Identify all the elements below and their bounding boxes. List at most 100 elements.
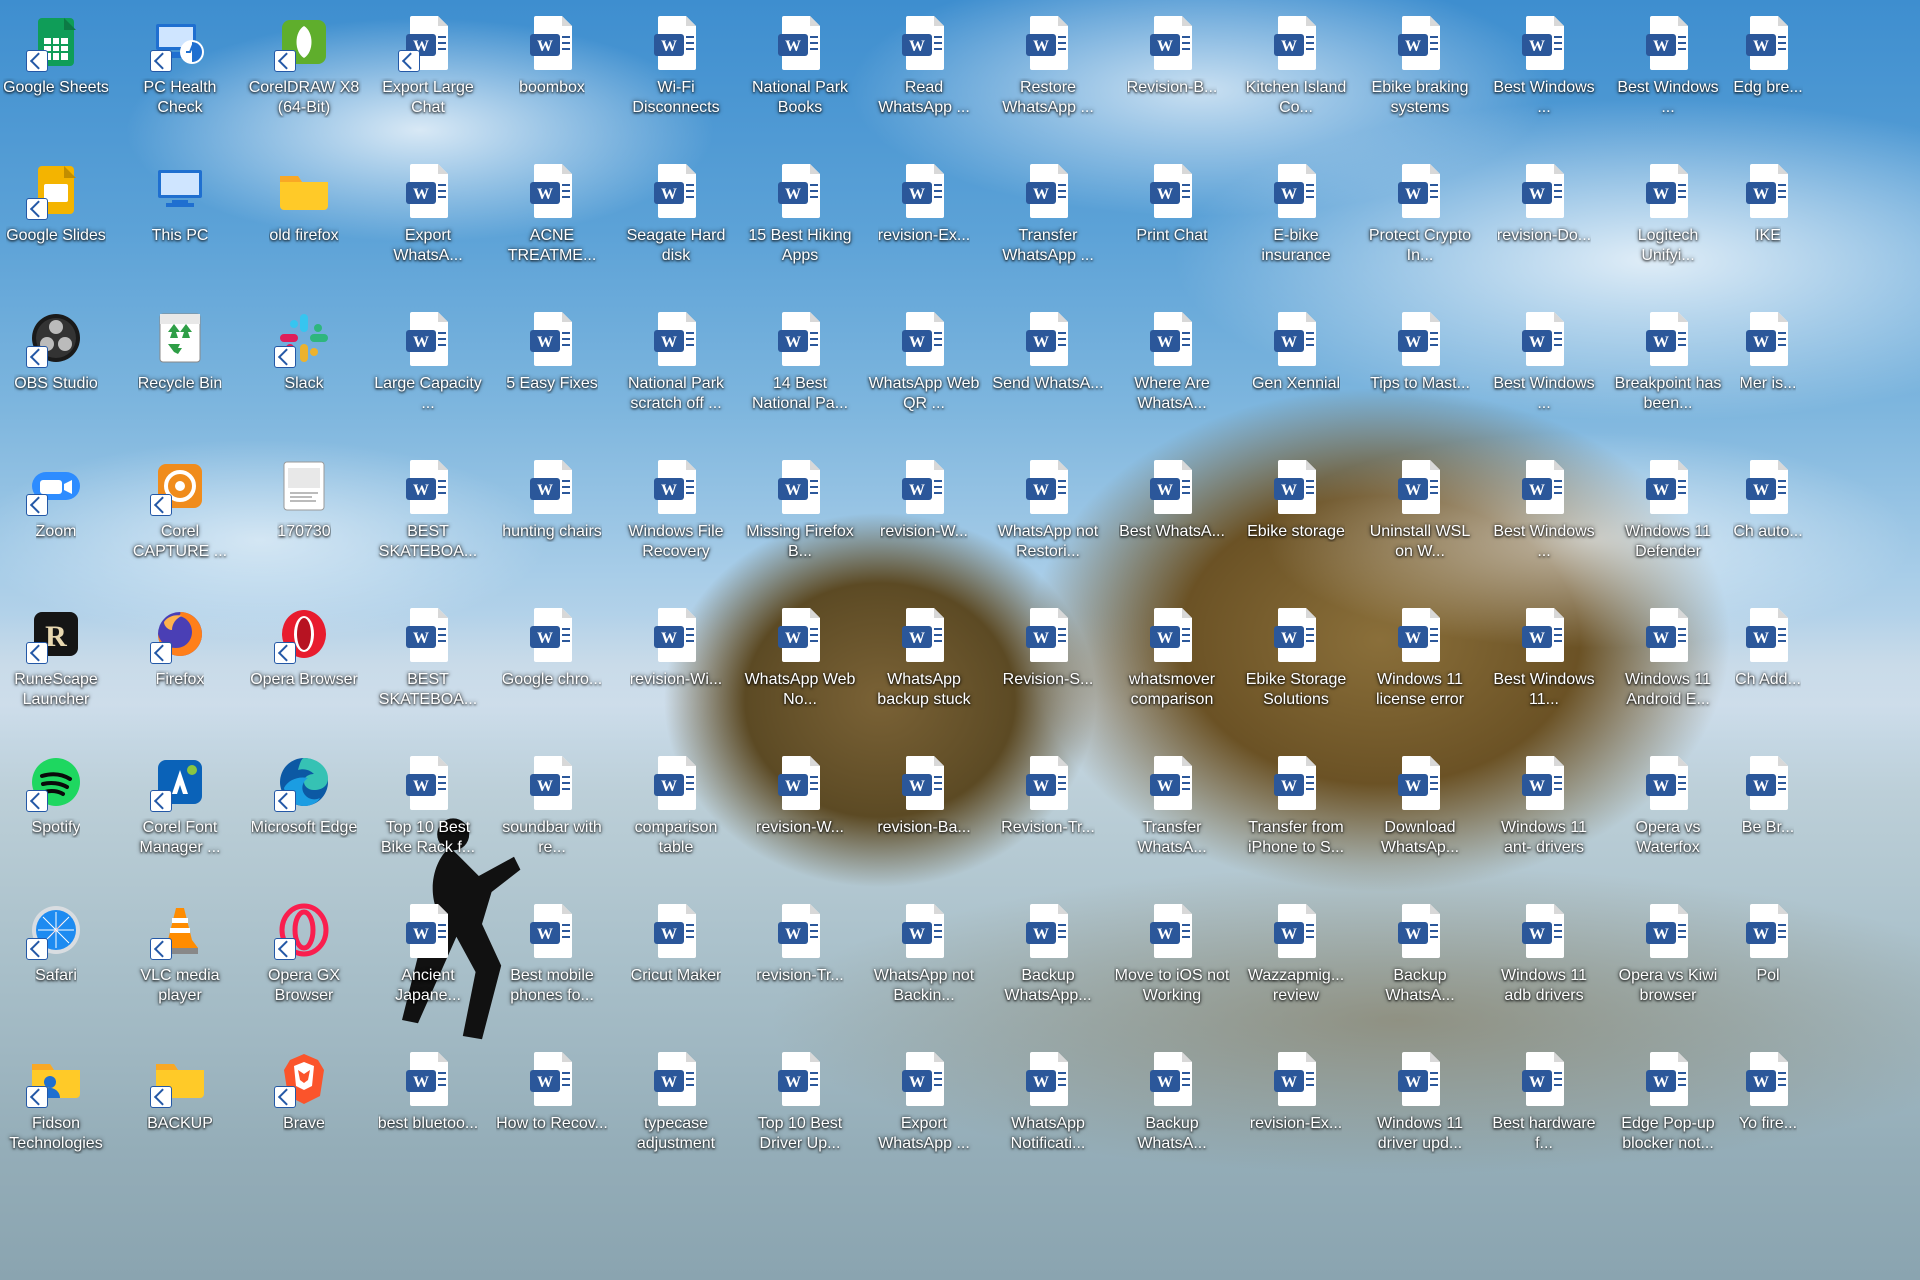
- national-park-books-doc[interactable]: WNational Park Books: [740, 12, 860, 118]
- acne-treatment-doc[interactable]: WACNE TREATME...: [492, 160, 612, 266]
- fidson-folder[interactable]: Fidson Technologies: [0, 1048, 116, 1154]
- google-slides-shortcut[interactable]: Google Slides: [0, 160, 116, 246]
- edge-popup-blocker-doc[interactable]: WEdge Pop-up blocker not...: [1608, 1048, 1728, 1154]
- corel-font-manager-shortcut[interactable]: Corel Font Manager ...: [120, 752, 240, 858]
- revision-ba-doc[interactable]: Wrevision-Ba...: [864, 752, 984, 838]
- best-national-parks-doc[interactable]: W14 Best National Pa...: [740, 308, 860, 414]
- win11-adb-drivers-doc[interactable]: WWindows 11 adb drivers: [1484, 900, 1604, 1006]
- firefox-shortcut[interactable]: Firefox: [120, 604, 240, 690]
- zoom-shortcut[interactable]: Zoom: [0, 456, 116, 542]
- win11-license-error-doc[interactable]: WWindows 11 license error: [1360, 604, 1480, 710]
- whatsapp-web-qr-doc[interactable]: WWhatsApp Web QR ...: [864, 308, 984, 414]
- best-hardware-doc[interactable]: WBest hardware f...: [1484, 1048, 1604, 1154]
- ike-doc[interactable]: WIKE: [1732, 160, 1804, 246]
- opera-vs-waterfox-doc[interactable]: WOpera vs Waterfox: [1608, 752, 1728, 858]
- ch-add-doc[interactable]: WCh Add...: [1732, 604, 1804, 690]
- export-whatsapp-doc[interactable]: WExport WhatsA...: [368, 160, 488, 266]
- boombox-doc[interactable]: Wboombox: [492, 12, 612, 98]
- backup-whatsapp-3-doc[interactable]: WBackup WhatsA...: [1112, 1048, 1232, 1154]
- best-mobile-phones-doc[interactable]: WBest mobile phones fo...: [492, 900, 612, 1006]
- protect-crypto-doc[interactable]: WProtect Crypto In...: [1360, 160, 1480, 266]
- seagate-hard-disk-doc[interactable]: WSeagate Hard disk: [616, 160, 736, 266]
- best-bluetooth-doc[interactable]: Wbest bluetoo...: [368, 1048, 488, 1134]
- best-skateboard-2-doc[interactable]: WBEST SKATEBOA...: [368, 604, 488, 710]
- win11-android-doc[interactable]: WWindows 11 Android E...: [1608, 604, 1728, 710]
- print-chat-doc[interactable]: WPrint Chat: [1112, 160, 1232, 246]
- slack-shortcut[interactable]: Slack: [244, 308, 364, 394]
- best-windows-1-doc[interactable]: WBest Windows ...: [1484, 12, 1604, 118]
- revision-tr-1-doc[interactable]: WRevision-Tr...: [988, 752, 1108, 838]
- whatsapp-not-restoring-doc[interactable]: WWhatsApp not Restori...: [988, 456, 1108, 562]
- best-skateboard-1-doc[interactable]: WBEST SKATEBOA...: [368, 456, 488, 562]
- gen-xennial-doc[interactable]: WGen Xennial: [1236, 308, 1356, 394]
- download-whatsapp-doc[interactable]: WDownload WhatsAp...: [1360, 752, 1480, 858]
- desktop[interactable]: Google SheetsPC Health CheckCorelDRAW X8…: [0, 0, 1920, 1280]
- opera-gx-shortcut[interactable]: Opera GX Browser: [244, 900, 364, 1006]
- coreldraw-x8-shortcut[interactable]: CorelDRAW X8 (64-Bit): [244, 12, 364, 118]
- read-whatsapp-doc[interactable]: WRead WhatsApp ...: [864, 12, 984, 118]
- best-windows-4-doc[interactable]: WBest Windows ...: [1484, 456, 1604, 562]
- wazzapmigrator-doc[interactable]: WWazzapmig... review: [1236, 900, 1356, 1006]
- revision-tr-2-doc[interactable]: Wrevision-Tr...: [740, 900, 860, 986]
- cricut-maker-doc[interactable]: WCricut Maker: [616, 900, 736, 986]
- wifi-disconnects-doc[interactable]: WWi-Fi Disconnects: [616, 12, 736, 118]
- safari-shortcut[interactable]: Safari: [0, 900, 116, 986]
- ebike-braking-doc[interactable]: WEbike braking systems: [1360, 12, 1480, 118]
- uninstall-wsl-doc[interactable]: WUninstall WSL on W...: [1360, 456, 1480, 562]
- win11-ant-drivers-doc[interactable]: WWindows 11 ant- drivers: [1484, 752, 1604, 858]
- transfer-whatsapp-2-doc[interactable]: WTransfer WhatsA...: [1112, 752, 1232, 858]
- restore-whatsapp-doc[interactable]: WRestore WhatsApp ...: [988, 12, 1108, 118]
- be-br-doc[interactable]: WBe Br...: [1732, 752, 1804, 838]
- ebike-storage-solutions-doc[interactable]: WEbike Storage Solutions: [1236, 604, 1356, 710]
- typecase-adjustment-doc[interactable]: Wtypecase adjustment: [616, 1048, 736, 1154]
- this-pc[interactable]: This PC: [120, 160, 240, 246]
- transfer-iphone-doc[interactable]: WTransfer from iPhone to S...: [1236, 752, 1356, 858]
- kitchen-island-doc[interactable]: WKitchen Island Co...: [1236, 12, 1356, 118]
- whatsapp-not-backing-doc[interactable]: WWhatsApp not Backin...: [864, 900, 984, 1006]
- backup-folder[interactable]: BACKUP: [120, 1048, 240, 1134]
- vlc-shortcut[interactable]: VLC media player: [120, 900, 240, 1006]
- ebike-storage-doc[interactable]: WEbike storage: [1236, 456, 1356, 542]
- backup-whatsapp-1-doc[interactable]: WBackup WhatsApp...: [988, 900, 1108, 1006]
- tips-to-master-doc[interactable]: WTips to Mast...: [1360, 308, 1480, 394]
- revision-ex-2-doc[interactable]: Wrevision-Ex...: [1236, 1048, 1356, 1134]
- np-scratch-off-doc[interactable]: WNational Park scratch off ...: [616, 308, 736, 414]
- ebike-insurance-doc[interactable]: WE-bike insurance: [1236, 160, 1356, 266]
- revision-w-2-doc[interactable]: Wrevision-W...: [740, 752, 860, 838]
- windows-file-recovery-doc[interactable]: WWindows File Recovery: [616, 456, 736, 562]
- logitech-unifying-doc[interactable]: WLogitech Unifyi...: [1608, 160, 1728, 266]
- revision-do-doc[interactable]: Wrevision-Do...: [1484, 160, 1604, 246]
- move-to-ios-doc[interactable]: WMove to iOS not Working: [1112, 900, 1232, 1006]
- opera-shortcut[interactable]: Opera Browser: [244, 604, 364, 690]
- breakpoint-doc[interactable]: WBreakpoint has been...: [1608, 308, 1728, 414]
- obs-studio-shortcut[interactable]: OBS Studio: [0, 308, 116, 394]
- large-capacity-doc[interactable]: WLarge Capacity ...: [368, 308, 488, 414]
- old-firefox-folder[interactable]: old firefox: [244, 160, 364, 246]
- pol-doc[interactable]: WPol: [1732, 900, 1804, 986]
- missing-firefox-doc[interactable]: WMissing Firefox B...: [740, 456, 860, 562]
- best-hiking-apps-doc[interactable]: W15 Best Hiking Apps: [740, 160, 860, 266]
- ancient-japanese-doc[interactable]: WAncient Japane...: [368, 900, 488, 1006]
- runescape-shortcut[interactable]: RRuneScape Launcher: [0, 604, 116, 710]
- send-whatsapp-doc[interactable]: WSend WhatsA...: [988, 308, 1108, 394]
- mer-is-doc[interactable]: WMer is...: [1732, 308, 1804, 394]
- corel-capture-shortcut[interactable]: Corel CAPTURE ...: [120, 456, 240, 562]
- yo-fire-doc[interactable]: WYo fire...: [1732, 1048, 1804, 1134]
- soundbar-doc[interactable]: Wsoundbar with re...: [492, 752, 612, 858]
- export-whatsapp-2-doc[interactable]: WExport WhatsApp ...: [864, 1048, 984, 1154]
- comparison-table-doc[interactable]: Wcomparison table: [616, 752, 736, 858]
- revision-ex-1-doc[interactable]: Wrevision-Ex...: [864, 160, 984, 246]
- image-170730[interactable]: 170730: [244, 456, 364, 542]
- google-chrome-doc[interactable]: WGoogle chro...: [492, 604, 612, 690]
- google-sheets-shortcut[interactable]: Google Sheets: [0, 12, 116, 98]
- backup-whatsapp-2-doc[interactable]: WBackup WhatsA...: [1360, 900, 1480, 1006]
- edge-shortcut[interactable]: Microsoft Edge: [244, 752, 364, 838]
- best-driver-updater-doc[interactable]: WTop 10 Best Driver Up...: [740, 1048, 860, 1154]
- revision-w-1-doc[interactable]: Wrevision-W...: [864, 456, 984, 542]
- where-are-whatsapp-doc[interactable]: WWhere Are WhatsA...: [1112, 308, 1232, 414]
- win11-driver-update-doc[interactable]: WWindows 11 driver upd...: [1360, 1048, 1480, 1154]
- whatsapp-backup-stuck-doc[interactable]: WWhatsApp backup stuck: [864, 604, 984, 710]
- best-whatsapp-doc[interactable]: WBest WhatsA...: [1112, 456, 1232, 542]
- recycle-bin[interactable]: Recycle Bin: [120, 308, 240, 394]
- edge-bre-doc[interactable]: WEdg bre...: [1732, 12, 1804, 98]
